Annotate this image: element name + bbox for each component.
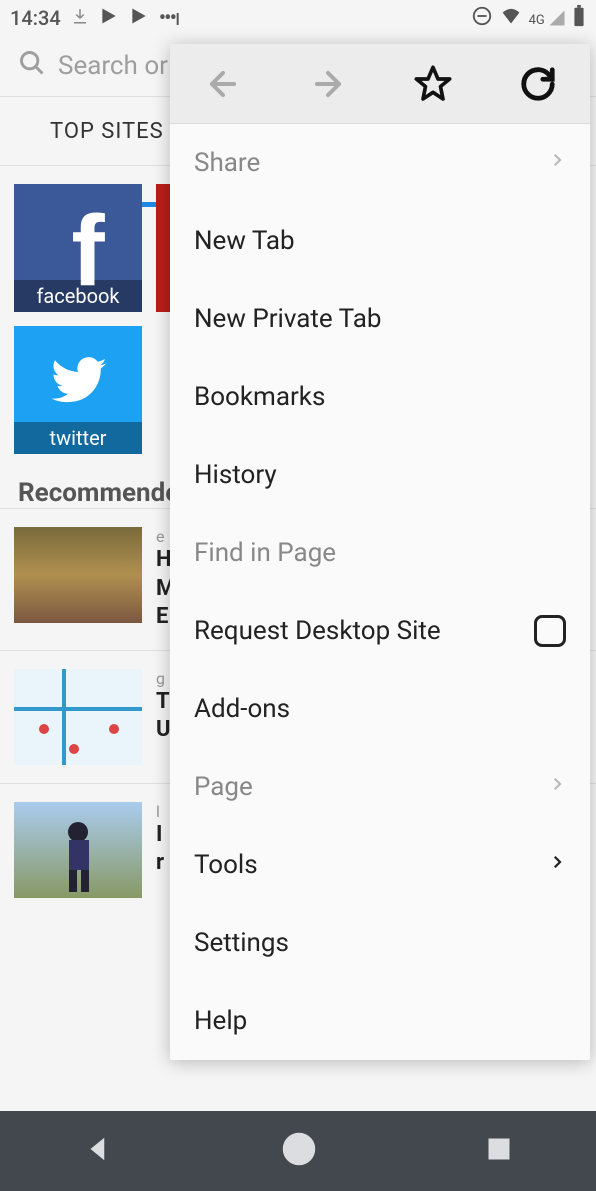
wifi-icon	[499, 6, 523, 31]
article-thumbnail	[14, 802, 142, 898]
article-thumbnail	[14, 669, 142, 765]
star-icon[interactable]	[412, 63, 454, 105]
nav-back-icon[interactable]	[83, 1134, 113, 1168]
download-icon	[71, 6, 89, 30]
menu-settings[interactable]: Settings	[170, 904, 590, 982]
cell-signal: 4G	[529, 9, 566, 28]
menu-new-tab[interactable]: New Tab	[170, 202, 590, 280]
menu-find-in-page[interactable]: Find in Page	[170, 514, 590, 592]
chevron-right-icon	[548, 849, 566, 882]
play-icon	[99, 6, 119, 31]
article-title: I r	[156, 821, 164, 878]
article-thumbnail	[14, 527, 142, 623]
menu-help[interactable]: Help	[170, 982, 590, 1060]
tab-top-sites[interactable]: TOP SITES	[50, 119, 164, 144]
menu-request-desktop[interactable]: Request Desktop Site	[170, 592, 590, 670]
menu-share[interactable]: Share	[170, 124, 590, 202]
dnd-icon	[471, 5, 493, 32]
status-time: 14:34	[10, 6, 61, 30]
chevron-right-icon	[548, 147, 566, 180]
nav-home-icon[interactable]	[280, 1130, 318, 1172]
checkbox-icon[interactable]	[534, 615, 566, 647]
back-icon[interactable]	[202, 63, 244, 105]
reload-icon[interactable]	[517, 63, 559, 105]
overflow-menu: Share New Tab New Private Tab Bookmarks …	[170, 44, 590, 1060]
article-source: g	[156, 669, 171, 688]
menu-nav-row	[170, 44, 590, 124]
chevron-right-icon	[548, 771, 566, 804]
search-icon	[18, 49, 46, 84]
menu-tools[interactable]: Tools	[170, 826, 590, 904]
menu-addons[interactable]: Add-ons	[170, 670, 590, 748]
site-tile-facebook[interactable]: facebook	[14, 184, 142, 312]
article-title: T U	[156, 688, 171, 745]
battery-icon	[572, 5, 586, 32]
menu-page[interactable]: Page	[170, 748, 590, 826]
site-tile-twitter[interactable]: twitter	[14, 326, 142, 454]
menu-history[interactable]: History	[170, 436, 590, 514]
menu-bookmarks[interactable]: Bookmarks	[170, 358, 590, 436]
play-icon	[129, 6, 149, 31]
status-bar: 14:34 •••ı 4G	[0, 0, 596, 36]
nav-recent-icon[interactable]	[485, 1135, 513, 1167]
article-source: l	[156, 802, 164, 821]
menu-new-private-tab[interactable]: New Private Tab	[170, 280, 590, 358]
more-icon: •••ı	[159, 6, 179, 31]
android-navbar	[0, 1111, 596, 1191]
forward-icon[interactable]	[307, 63, 349, 105]
